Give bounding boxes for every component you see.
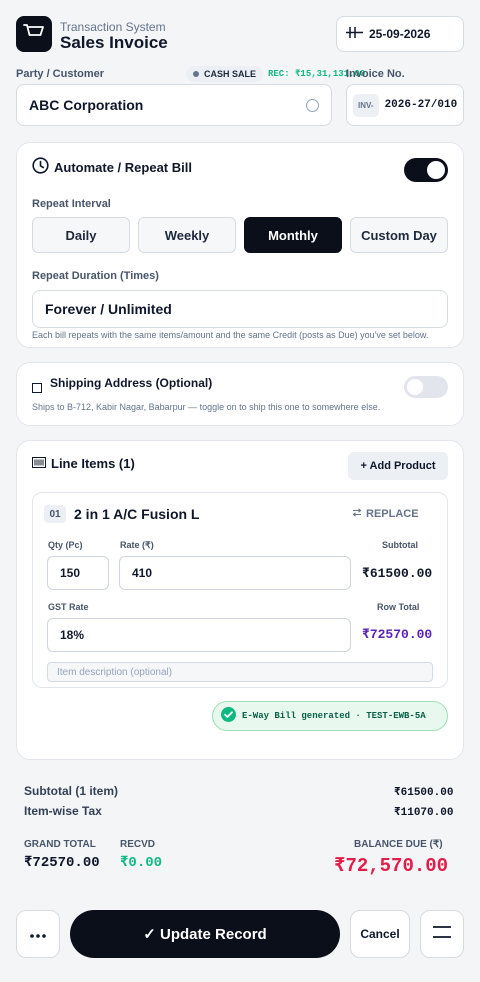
shipping-toggle[interactable]: [404, 376, 448, 398]
balance-due-label: BALANCE DUE (₹): [354, 839, 443, 850]
repeat-help-text: Each bill repeats with the same items/am…: [32, 330, 429, 340]
date-value: 25-09-2026: [369, 27, 431, 41]
repeat-duration-value: Forever / Unlimited: [45, 301, 172, 317]
received-value: ₹0.00: [120, 855, 163, 871]
date-picker[interactable]: 25-09-2026: [336, 16, 464, 52]
menu-button[interactable]: [420, 910, 464, 958]
swap-icon: [352, 508, 362, 520]
row-total-label: Row Total: [377, 602, 420, 612]
line-item-index: 01: [44, 505, 66, 523]
shipping-subtitle: Ships to B-712, Kabir Nagar, Babarpur — …: [32, 402, 381, 412]
interval-monthly[interactable]: Monthly: [244, 217, 342, 253]
update-record-button[interactable]: ✓ Update Record: [70, 910, 340, 958]
gst-select[interactable]: 18%: [47, 618, 351, 652]
row-total: ₹72570.00: [362, 627, 433, 642]
grand-total-value: ₹72570.00: [24, 855, 100, 871]
line-items-title: Line Items (1): [32, 456, 135, 471]
eway-bill-badge[interactable]: E-Way Bill generated · TEST-EWB-5A: [212, 701, 448, 731]
party-input[interactable]: ABC Corporation: [16, 84, 332, 126]
summary-tax-value: ₹11070.00: [394, 807, 454, 819]
clock-icon: [32, 157, 49, 177]
calendar-icon: [346, 27, 363, 41]
product-name: 2 in 1 A/C Fusion L: [74, 506, 200, 522]
cancel-button[interactable]: Cancel: [350, 910, 410, 958]
repeat-interval-label: Repeat Interval: [32, 198, 111, 210]
shipping-checkbox-icon: [32, 383, 42, 393]
eway-bill-text: E-Way Bill generated · TEST-EWB-5A: [242, 711, 426, 721]
menu-icon: [433, 925, 451, 943]
rate-label: Rate (₹): [120, 540, 154, 550]
gst-label: GST Rate: [48, 602, 89, 612]
check-circle-icon: [221, 707, 236, 725]
repeat-duration-label: Repeat Duration (Times): [32, 270, 159, 282]
toggle-knob: [427, 161, 445, 179]
qty-label: Qty (Pc): [48, 540, 83, 550]
received-label: RECVD: [120, 839, 156, 850]
party-select-radio[interactable]: [306, 99, 319, 112]
cash-sale-badge[interactable]: CASH SALE: [186, 66, 264, 82]
more-dots-icon: [30, 925, 46, 943]
app-subtitle: Transaction System: [60, 20, 166, 34]
grand-total-label: GRAND TOTAL: [24, 839, 96, 850]
cash-sale-label: CASH SALE: [204, 69, 257, 79]
interval-custom-day[interactable]: Custom Day: [350, 217, 448, 253]
balance-due-value: ₹72,570.00: [334, 855, 449, 877]
invoice-number: 2026-27/010: [384, 99, 458, 111]
summary-subtotal-label: Subtotal (1 item): [24, 784, 119, 798]
rate-input[interactable]: 410: [119, 556, 351, 590]
repeat-duration-select[interactable]: Forever / Unlimited: [32, 290, 448, 328]
repeat-toggle[interactable]: [404, 158, 448, 182]
summary-subtotal-value: ₹61500.00: [394, 787, 454, 799]
party-value: ABC Corporation: [29, 97, 144, 113]
more-button[interactable]: [16, 910, 60, 958]
line-items-label: Line Items (1): [51, 456, 135, 471]
invoice-prefix: INV-: [353, 93, 379, 117]
repeat-bill-label: Automate / Repeat Bill: [54, 159, 192, 175]
line-subtotal: ₹61500.00: [362, 566, 433, 581]
page-title: Sales Invoice: [60, 33, 168, 52]
interval-daily[interactable]: Daily: [32, 217, 130, 253]
invoice-number-input[interactable]: INV- 2026-27/010: [346, 84, 464, 126]
invoice-label: Invoice No.: [346, 68, 405, 80]
app-logo: [16, 16, 52, 52]
barcode-icon: [32, 456, 46, 471]
shipping-title: Shipping Address (Optional): [50, 376, 213, 390]
toggle-knob: [407, 379, 423, 395]
status-dot: [193, 71, 199, 77]
party-label: Party / Customer: [16, 68, 105, 80]
cart-icon: [23, 23, 45, 46]
shipping-card: [16, 362, 464, 426]
repeat-bill-title: Automate / Repeat Bill: [32, 157, 192, 177]
replace-label: REPLACE: [366, 508, 419, 520]
subtotal-label: Subtotal: [382, 540, 418, 550]
summary-tax-label: Item-wise Tax: [24, 804, 102, 818]
add-product-button[interactable]: + Add Product: [348, 452, 448, 480]
item-description-input[interactable]: Item description (optional): [47, 662, 433, 682]
interval-weekly[interactable]: Weekly: [138, 217, 236, 253]
qty-input[interactable]: 150: [47, 556, 109, 590]
replace-button[interactable]: REPLACE: [352, 508, 419, 520]
